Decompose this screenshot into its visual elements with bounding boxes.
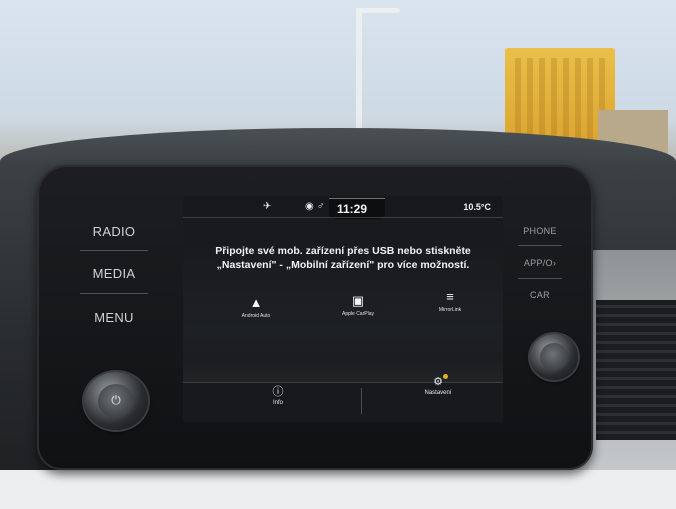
android-auto-label: Android Auto: [241, 313, 271, 319]
button-divider: [80, 250, 148, 251]
mirrorlink-button[interactable]: ≡ MirrorLink: [415, 289, 485, 314]
car-button[interactable]: CAR: [520, 290, 560, 300]
apple-carplay-label: Apple CarPlay: [342, 311, 374, 317]
settings-button[interactable]: ⚙ Nastavení: [403, 374, 473, 396]
tuning-knob[interactable]: [530, 334, 578, 380]
speaker-icon: ◉: [305, 201, 314, 212]
nav-muted-icon: ✈: [263, 201, 272, 212]
touch-screen: ✈ ◉ ♂ 11:29 10.5°C Připojte své mob. zař…: [183, 196, 503, 422]
info-button[interactable]: ⓘ Info: [243, 386, 313, 406]
apple-carplay-button[interactable]: ▣ Apple CarPlay: [323, 293, 393, 318]
button-divider: [518, 245, 562, 246]
menu-button[interactable]: MENU: [84, 310, 144, 325]
radio-button[interactable]: RADIO: [84, 224, 144, 239]
status-divider: [183, 217, 503, 218]
outside-temperature: 10.5°C: [463, 202, 491, 212]
media-button[interactable]: MEDIA: [84, 266, 144, 281]
dashboard-lower-panel: [0, 470, 676, 509]
info-label: Info: [272, 400, 283, 406]
info-icon: ⓘ: [272, 386, 284, 398]
person-icon: ♂: [317, 201, 325, 212]
bottom-bar-divider: [361, 388, 362, 414]
settings-label: Nastavení: [424, 390, 452, 396]
clock-time: 11:29: [337, 202, 368, 216]
android-auto-icon: ▲: [249, 295, 263, 310]
status-bar: ✈ ◉ ♂ 11:29 10.5°C: [183, 196, 503, 219]
message-line-2: „Nastavení" - „Mobilní zařízení" pro víc…: [216, 259, 470, 271]
power-icon: ⏻: [111, 393, 121, 407]
street-lamp-arm: [360, 8, 400, 13]
mirrorlink-label: MirrorLink: [438, 307, 462, 313]
connect-device-message: Připojte své mob. zařízení přes USB nebo…: [203, 244, 483, 272]
button-divider: [518, 278, 562, 279]
power-volume-knob[interactable]: ⏻: [84, 372, 148, 430]
phone-button[interactable]: PHONE: [520, 226, 560, 236]
app-button[interactable]: APP/O›: [520, 258, 560, 268]
gear-icon: ⚙: [403, 374, 473, 388]
knob-cap: [540, 343, 568, 371]
message-line-1: Připojte své mob. zařízení přes USB nebo…: [215, 245, 471, 257]
android-auto-button[interactable]: ▲ Android Auto: [221, 295, 291, 320]
button-divider: [80, 293, 148, 294]
apple-carplay-icon: ▣: [351, 293, 365, 308]
mirrorlink-icon: ≡: [446, 289, 454, 304]
settings-badge: [443, 374, 448, 379]
air-vent: [596, 300, 676, 440]
knob-cap: ⏻: [98, 384, 134, 418]
